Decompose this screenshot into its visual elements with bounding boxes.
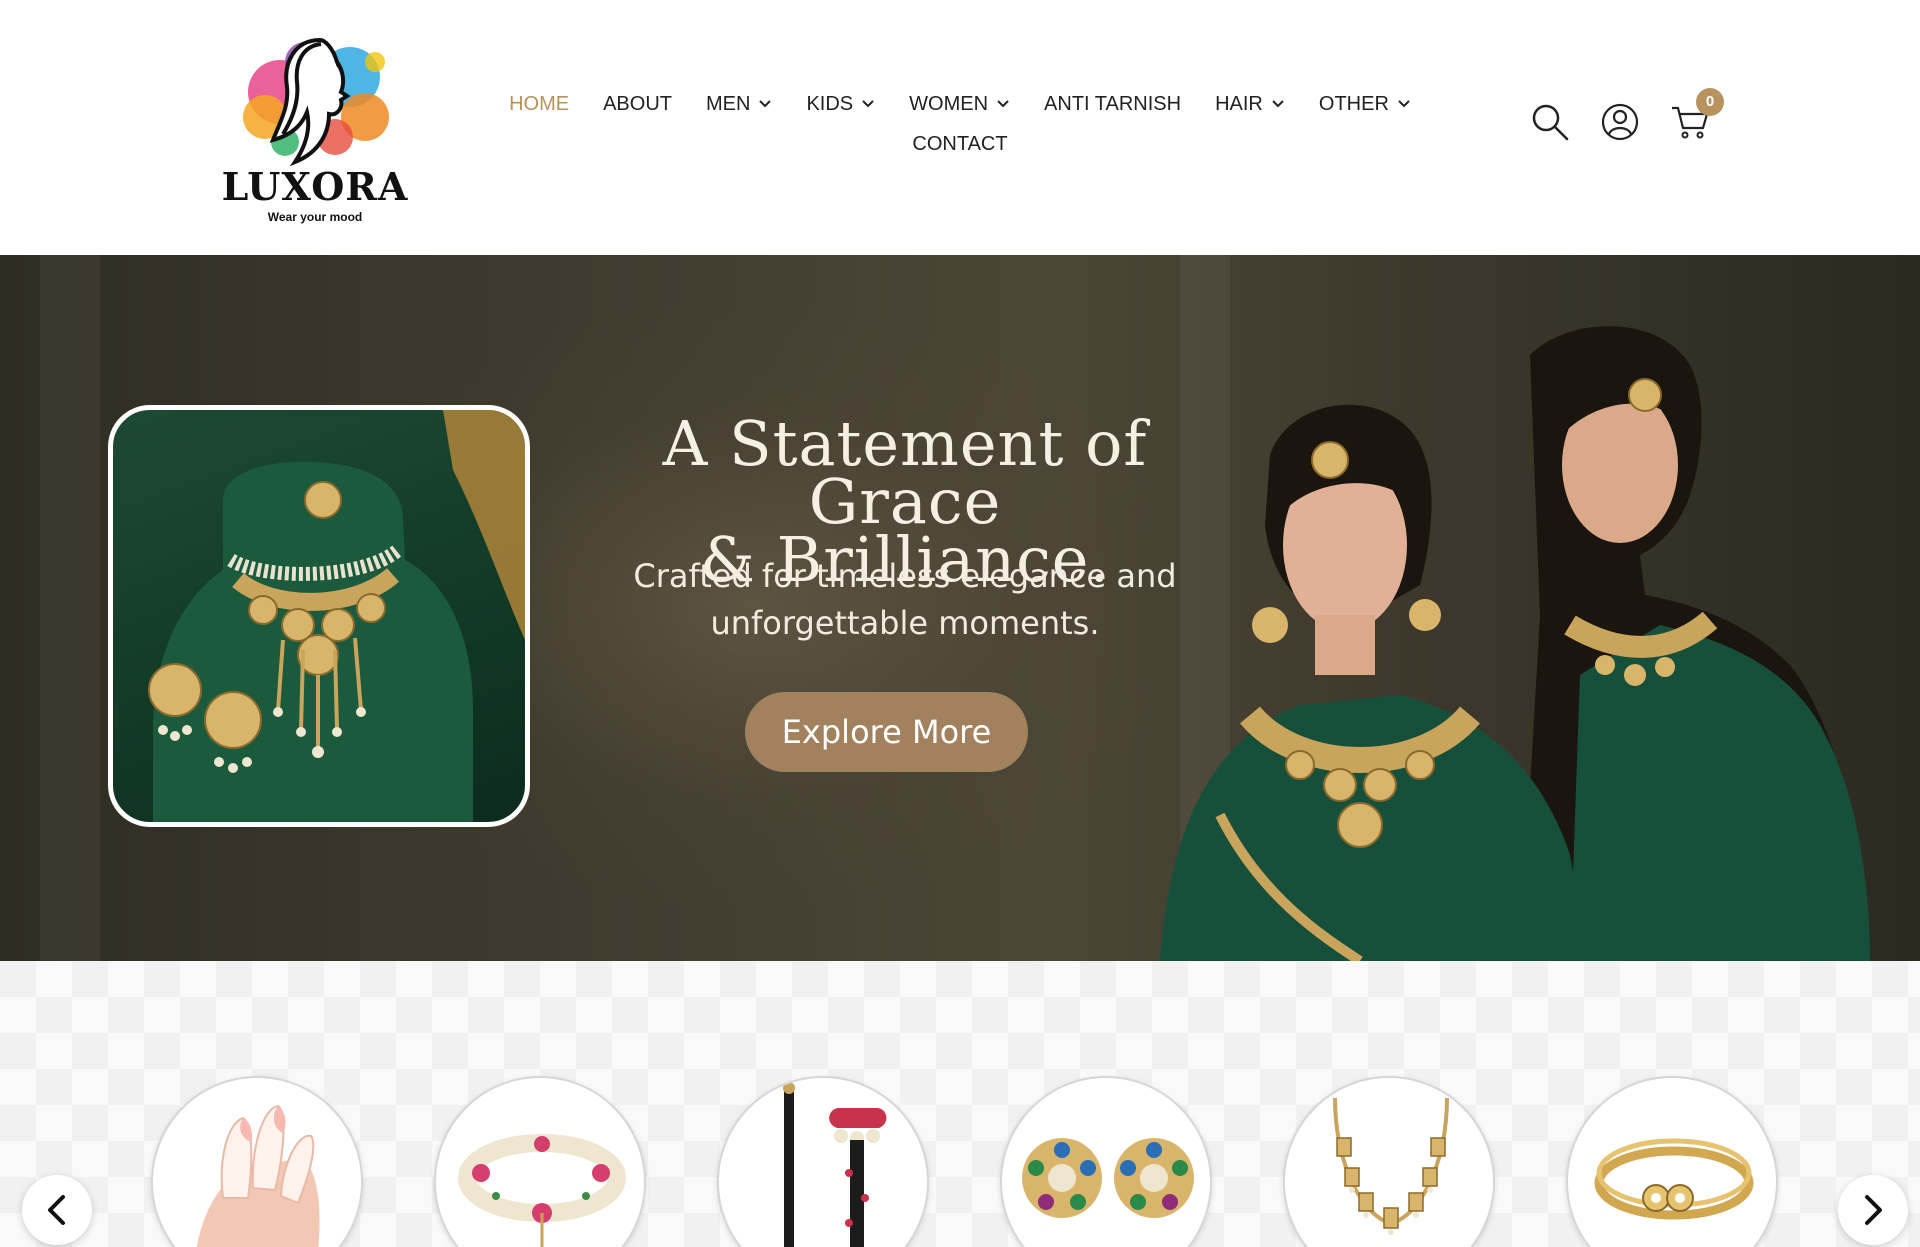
nav-row-1: HOME ABOUT MEN KIDS WOMEN ANTI TARNISH H… bbox=[480, 84, 1440, 124]
nav-item-contact[interactable]: CONTACT bbox=[912, 133, 1007, 156]
hero-banner: A Statement of Grace & Brilliance. Craft… bbox=[0, 255, 1920, 961]
bangle-icon bbox=[1594, 1138, 1754, 1220]
category-item-necklace[interactable] bbox=[1283, 1076, 1495, 1247]
category-carousel bbox=[0, 961, 1920, 1247]
nav-label-other: OTHER bbox=[1318, 92, 1389, 115]
chevron-left-icon bbox=[48, 1195, 65, 1225]
stud-earrings-icon bbox=[1022, 1138, 1194, 1218]
background-pillar bbox=[40, 255, 100, 961]
user-icon bbox=[1601, 103, 1639, 141]
nav-label-contact: CONTACT bbox=[912, 132, 1008, 155]
category-item-nails[interactable] bbox=[151, 1076, 363, 1247]
hero-product-image[interactable] bbox=[108, 405, 530, 827]
nav-label-hair: HAIR bbox=[1215, 92, 1263, 115]
nav-label-home: HOME bbox=[509, 92, 570, 115]
necklace-display-image bbox=[148, 410, 525, 822]
floral-bracelet-icon bbox=[458, 1134, 626, 1247]
search-icon bbox=[1532, 104, 1569, 141]
category-item-bangle[interactable] bbox=[1566, 1076, 1778, 1247]
main-nav: HOME ABOUT MEN KIDS WOMEN ANTI TARNISH H… bbox=[480, 84, 1440, 164]
nav-item-hair[interactable]: HAIR bbox=[1215, 93, 1285, 116]
nav-label-about: ABOUT bbox=[603, 92, 672, 115]
category-item-earrings[interactable] bbox=[1000, 1076, 1212, 1247]
nav-item-men[interactable]: MEN bbox=[706, 93, 772, 116]
brand-name: LUXORA bbox=[221, 164, 409, 209]
necklace-icon bbox=[1333, 1097, 1449, 1235]
nav-item-kids[interactable]: KIDS bbox=[806, 93, 875, 116]
chevron-down-icon bbox=[862, 100, 874, 108]
hair-accessory-icon bbox=[783, 1082, 887, 1247]
nav-label-anti-tarnish: ANTI TARNISH bbox=[1044, 92, 1182, 115]
nav-row-2: CONTACT bbox=[480, 124, 1440, 164]
site-header: LUXORA Wear your mood HOME ABOUT MEN KID… bbox=[0, 0, 1920, 255]
carousel-prev-button[interactable] bbox=[22, 1175, 92, 1245]
category-item-hair-accessory[interactable] bbox=[717, 1076, 929, 1247]
chevron-right-icon bbox=[1865, 1195, 1882, 1225]
nav-item-other[interactable]: OTHER bbox=[1319, 93, 1411, 116]
brand-tagline: Wear your mood bbox=[267, 210, 363, 224]
account-button[interactable] bbox=[1600, 102, 1640, 142]
chevron-down-icon bbox=[759, 100, 772, 108]
search-button[interactable] bbox=[1530, 102, 1570, 142]
chevron-down-icon bbox=[1398, 100, 1410, 108]
brand-logo[interactable]: LUXORA Wear your mood bbox=[215, 22, 415, 232]
nav-label-men: MEN bbox=[706, 92, 751, 115]
nav-label-women: WOMEN bbox=[909, 92, 989, 115]
nav-label-kids: KIDS bbox=[806, 92, 854, 115]
header-icons: 0 bbox=[1530, 88, 1724, 152]
nails-icon bbox=[196, 1104, 320, 1247]
category-item-bracelet[interactable] bbox=[434, 1076, 646, 1247]
explore-more-button[interactable]: Explore More bbox=[745, 692, 1028, 772]
carousel-next-button[interactable] bbox=[1838, 1175, 1908, 1245]
nav-item-anti-tarnish[interactable]: ANTI TARNISH bbox=[1044, 93, 1181, 116]
chevron-down-icon bbox=[1272, 100, 1284, 108]
chevron-down-icon bbox=[997, 100, 1009, 108]
cart-count-badge: 0 bbox=[1696, 88, 1724, 116]
nav-item-women[interactable]: WOMEN bbox=[909, 93, 1010, 116]
hero-models-image bbox=[1160, 326, 1870, 961]
logo-woman-silhouette-icon bbox=[243, 37, 389, 167]
nav-item-home[interactable]: HOME bbox=[509, 93, 569, 116]
cart-button[interactable]: 0 bbox=[1670, 88, 1724, 142]
nav-item-about[interactable]: ABOUT bbox=[603, 93, 672, 116]
